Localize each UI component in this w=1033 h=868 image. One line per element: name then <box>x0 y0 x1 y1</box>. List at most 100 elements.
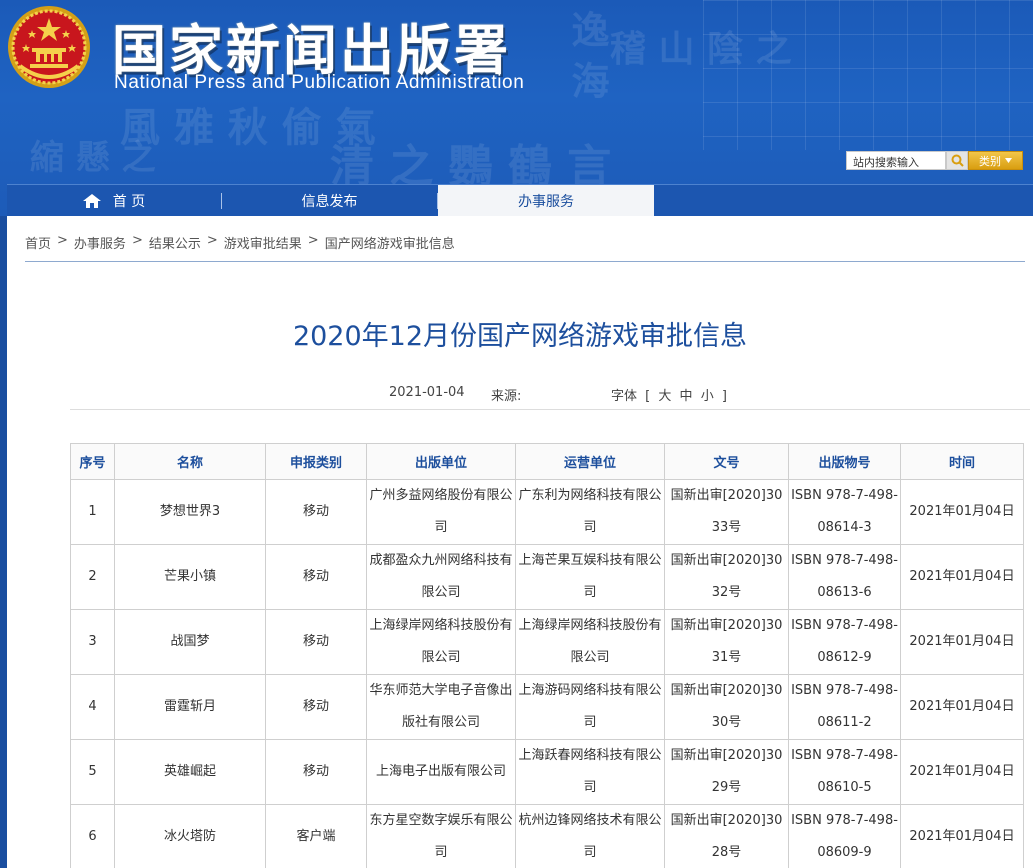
breadcrumb-item-current[interactable]: 国产网络游戏审批信息 <box>325 233 455 252</box>
cell-date: 2021年01月04日 <box>900 609 1024 675</box>
nav-label-services: 办事服务 <box>518 194 574 210</box>
cell-category: 移动 <box>265 479 367 545</box>
nav-item-services[interactable]: 办事服务 <box>438 185 654 217</box>
breadcrumb-item-services[interactable]: 办事服务 <box>74 233 126 252</box>
cell-publisher: 成都盈众九州网络科技有限公司 <box>366 544 516 610</box>
category-dropdown[interactable]: 类别 <box>968 151 1023 170</box>
table-row: 4 雷霆斩月 移动 华东师范大学电子音像出版社有限公司 上海游码网络科技有限公司… <box>70 674 1024 740</box>
cell-name: 雷霆斩月 <box>114 674 266 740</box>
cell-isbn: ISBN 978-7-498-08613-6 <box>788 544 901 610</box>
breadcrumb-item-results[interactable]: 结果公示 <box>149 233 201 252</box>
nav-label-info: 信息发布 <box>301 194 358 210</box>
cell-index: 1 <box>70 479 115 545</box>
font-bracket-open: [ <box>645 389 651 404</box>
column-header-index: 序号 <box>70 443 115 480</box>
site-subtitle: National Press and Publication Administr… <box>114 72 525 93</box>
calligraphy-decoration: 縮 懸 之 <box>30 138 156 178</box>
cell-category: 移动 <box>265 544 367 610</box>
main-nav: 首 页 信息发布 办事服务 <box>7 184 1033 217</box>
search-button[interactable] <box>946 151 968 170</box>
article-title: 2020年12月份国产网络游戏审批信息 <box>292 321 748 352</box>
cell-document-no: 国新出审[2020]3029号 <box>664 739 789 805</box>
table-row: 3 战国梦 移动 上海绿岸网络科技股份有限公司 上海绿岸网络科技股份有限公司 国… <box>70 609 1024 675</box>
cell-index: 2 <box>70 544 115 610</box>
cell-category: 移动 <box>265 739 367 805</box>
font-size-large[interactable]: 大 <box>658 389 671 404</box>
cell-publisher: 上海绿岸网络科技股份有限公司 <box>366 609 516 675</box>
home-icon <box>82 194 101 208</box>
cell-date: 2021年01月04日 <box>900 739 1024 805</box>
cell-name: 芒果小镇 <box>114 544 266 610</box>
cell-operator: 杭州边锋网络技术有限公司 <box>515 804 665 868</box>
chevron-down-icon <box>1005 158 1012 163</box>
nav-item-info[interactable]: 信息发布 <box>222 185 437 217</box>
column-header-category: 申报类别 <box>265 443 367 480</box>
cell-name: 冰火塔防 <box>114 804 266 868</box>
cell-publisher: 东方星空数字娱乐有限公司 <box>366 804 516 868</box>
breadcrumb-item-home[interactable]: 首页 <box>25 233 51 252</box>
cell-document-no: 国新出审[2020]3033号 <box>664 479 789 545</box>
cell-isbn: ISBN 978-7-498-08610-5 <box>788 739 901 805</box>
table-header-row: 序号 名称 申报类别 出版单位 运营单位 文号 出版物号 时间 <box>70 443 1024 480</box>
breadcrumb-separator: > <box>206 233 218 248</box>
cell-category: 移动 <box>265 609 367 675</box>
calligraphy-decoration: 逸 海 <box>565 10 610 100</box>
cell-index: 3 <box>70 609 115 675</box>
cell-publisher: 广州多益网络股份有限公司 <box>366 479 516 545</box>
cell-isbn: ISBN 978-7-498-08609-9 <box>788 804 901 868</box>
table-row: 5 英雄崛起 移动 上海电子出版有限公司 上海跃春网络科技有限公司 国新出审[2… <box>70 739 1024 805</box>
cell-category: 移动 <box>265 674 367 740</box>
cell-document-no: 国新出审[2020]3028号 <box>664 804 789 868</box>
breadcrumb: 首页 > 办事服务 > 结果公示 > 游戏审批结果 > 国产网络游戏审批信息 <box>25 226 1025 262</box>
cell-isbn: ISBN 978-7-498-08612-9 <box>788 609 901 675</box>
cell-operator: 上海游码网络科技有限公司 <box>515 674 665 740</box>
cell-index: 4 <box>70 674 115 740</box>
column-header-date: 时间 <box>900 443 1024 480</box>
cell-operator: 上海绿岸网络科技股份有限公司 <box>515 609 665 675</box>
cell-date: 2021年01月04日 <box>900 479 1024 545</box>
cell-date: 2021年01月04日 <box>900 674 1024 740</box>
approval-table: 序号 名称 申报类别 出版单位 运营单位 文号 出版物号 时间 1 梦想世界3 … <box>70 443 1024 868</box>
cell-document-no: 国新出审[2020]3032号 <box>664 544 789 610</box>
column-header-publisher: 出版单位 <box>366 443 516 480</box>
breadcrumb-item-game-results[interactable]: 游戏审批结果 <box>224 233 302 252</box>
search-input[interactable]: 站内搜索输入 <box>846 151 946 170</box>
cell-operator: 上海跃春网络科技有限公司 <box>515 739 665 805</box>
font-label: 字体 <box>611 389 638 404</box>
cell-date: 2021年01月04日 <box>900 544 1024 610</box>
nav-label-home: 首 页 <box>112 194 146 210</box>
table-row: 2 芒果小镇 移动 成都盈众九州网络科技有限公司 上海芒果互娱科技有限公司 国新… <box>70 544 1024 610</box>
table-row: 1 梦想世界3 移动 广州多益网络股份有限公司 广东利为网络科技有限公司 国新出… <box>70 479 1024 545</box>
cell-isbn: ISBN 978-7-498-08611-2 <box>788 674 901 740</box>
font-bracket-close: ] <box>721 389 727 404</box>
column-header-document-no: 文号 <box>664 443 789 480</box>
cell-publisher: 华东师范大学电子音像出版社有限公司 <box>366 674 516 740</box>
breadcrumb-separator: > <box>57 233 68 248</box>
cell-name: 英雄崛起 <box>114 739 266 805</box>
cell-date: 2021年01月04日 <box>900 804 1024 868</box>
cell-document-no: 国新出审[2020]3031号 <box>664 609 789 675</box>
column-header-operator: 运营单位 <box>515 443 665 480</box>
nav-item-home[interactable]: 首 页 <box>7 185 221 217</box>
source-label: 来源: <box>491 389 522 404</box>
main-content: 首页 > 办事服务 > 结果公示 > 游戏审批结果 > 国产网络游戏审批信息 2… <box>7 216 1033 868</box>
cell-operator: 上海芒果互娱科技有限公司 <box>515 544 665 610</box>
category-label: 类别 <box>979 154 1001 168</box>
cell-name: 战国梦 <box>114 609 266 675</box>
national-emblem-icon <box>8 6 90 88</box>
cell-index: 5 <box>70 739 115 805</box>
column-header-name: 名称 <box>114 443 266 480</box>
cell-isbn: ISBN 978-7-498-08614-3 <box>788 479 901 545</box>
article-meta: 2021-01-04 来源: 字体 [ 大 中 小 ] <box>70 382 1030 410</box>
search-icon <box>951 154 964 167</box>
cell-publisher: 上海电子出版有限公司 <box>366 739 516 805</box>
cell-index: 6 <box>70 804 115 868</box>
cell-operator: 广东利为网络科技有限公司 <box>515 479 665 545</box>
table-row: 6 冰火塔防 客户端 东方星空数字娱乐有限公司 杭州边锋网络技术有限公司 国新出… <box>70 804 1024 868</box>
font-size-medium[interactable]: 中 <box>680 389 693 404</box>
column-header-isbn: 出版物号 <box>788 443 901 480</box>
breadcrumb-separator: > <box>307 233 319 248</box>
breadcrumb-separator: > <box>131 233 143 248</box>
calligraphy-decoration: 稽 山 陰 之 <box>610 28 792 70</box>
font-size-small[interactable]: 小 <box>701 389 714 404</box>
